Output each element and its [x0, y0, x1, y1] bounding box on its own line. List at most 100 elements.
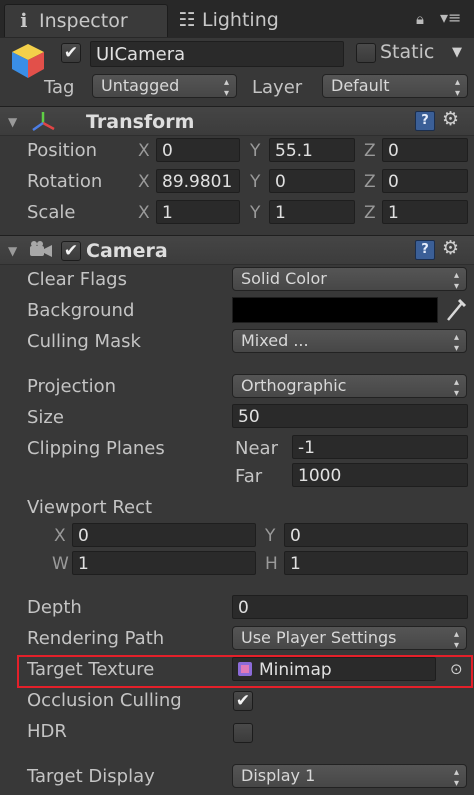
axis-z-label[interactable]: Z	[364, 172, 376, 192]
updown-arrows-icon: ▴ ▾	[453, 377, 459, 398]
rotation-y-field[interactable]: 0	[269, 169, 355, 193]
target-display-dropdown[interactable]: Display 1 ▴ ▾	[232, 764, 467, 788]
gear-icon[interactable]: ⚙︎	[442, 237, 459, 259]
static-checkbox[interactable]	[356, 43, 376, 63]
culling-mask-value: Mixed ...	[241, 331, 309, 350]
background-color-swatch[interactable]	[232, 297, 438, 323]
help-book-icon[interactable]: ?	[415, 240, 435, 260]
sliders-icon: ☷	[178, 9, 196, 31]
clipping-planes-label: Clipping Planes	[27, 438, 165, 459]
clear-flags-value: Solid Color	[241, 269, 327, 288]
rendering-path-value: Use Player Settings	[241, 628, 397, 647]
check-icon: ✔	[235, 691, 251, 711]
camera-title: Camera	[86, 240, 168, 262]
projection-label: Projection	[27, 376, 117, 397]
far-field[interactable]: 1000	[292, 463, 468, 487]
hdr-checkbox[interactable]	[233, 723, 253, 743]
rendering-path-label: Rendering Path	[27, 628, 165, 649]
axis-z-label[interactable]: Z	[364, 141, 376, 161]
gear-icon[interactable]: ⚙︎	[442, 108, 459, 130]
position-y-field[interactable]: 55.1	[269, 138, 355, 162]
lock-icon[interactable]: 🔒︎	[416, 10, 424, 28]
layer-value: Default	[331, 76, 390, 95]
depth-label: Depth	[27, 597, 82, 618]
layer-dropdown[interactable]: Default ▴ ▾	[322, 74, 468, 98]
far-label[interactable]: Far	[235, 466, 262, 487]
scale-y-field[interactable]: 1	[269, 200, 355, 224]
axis-x-label[interactable]: X	[138, 203, 150, 223]
tab-lighting-label: Lighting	[202, 9, 279, 31]
axis-x-label[interactable]: X	[138, 141, 150, 161]
tab-inspector[interactable]: ℹ Inspector	[4, 4, 168, 37]
updown-arrows-icon: ▴ ▾	[453, 332, 459, 353]
target-texture-highlight	[17, 655, 473, 688]
rotation-x-field[interactable]: 89.9801	[156, 169, 240, 193]
camera-icon	[28, 240, 54, 262]
rendering-path-dropdown[interactable]: Use Player Settings ▴ ▾	[232, 626, 467, 650]
near-label[interactable]: Near	[235, 438, 278, 459]
rotation-label: Rotation	[27, 171, 103, 192]
viewport-y-field[interactable]: 0	[284, 523, 468, 547]
culling-mask-label: Culling Mask	[27, 331, 141, 352]
static-dropdown-arrow-icon[interactable]: ▼	[452, 45, 462, 60]
tag-value: Untagged	[101, 76, 180, 95]
foldout-arrow-icon[interactable]: ▼	[8, 244, 17, 258]
foldout-arrow-icon[interactable]: ▼	[8, 115, 17, 129]
background-label: Background	[27, 300, 135, 321]
tab-lighting[interactable]: ☷ Lighting	[168, 4, 328, 36]
updown-arrows-icon: ▴ ▾	[454, 77, 460, 98]
layer-label: Layer	[252, 77, 303, 98]
size-label: Size	[27, 407, 64, 428]
position-label: Position	[27, 140, 98, 161]
scale-z-field[interactable]: 1	[382, 200, 468, 224]
position-z-field[interactable]: 0	[382, 138, 468, 162]
object-name-field[interactable]: UICamera	[90, 41, 344, 67]
viewport-y-label[interactable]: Y	[265, 526, 275, 546]
occlusion-culling-checkbox[interactable]: ✔	[233, 691, 253, 711]
axis-y-label[interactable]: Y	[250, 203, 260, 223]
rotation-z-field[interactable]: 0	[382, 169, 468, 193]
scale-x-field[interactable]: 1	[156, 200, 240, 224]
gameobject-cube-icon	[8, 40, 48, 80]
transform-axes-icon	[30, 109, 56, 135]
transform-header[interactable]	[0, 106, 474, 136]
axis-z-label[interactable]: Z	[364, 203, 376, 223]
culling-mask-dropdown[interactable]: Mixed ... ▴ ▾	[232, 329, 467, 353]
clear-flags-dropdown[interactable]: Solid Color ▴ ▾	[232, 267, 467, 291]
tab-inspector-label: Inspector	[39, 10, 128, 32]
projection-dropdown[interactable]: Orthographic ▴ ▾	[232, 374, 467, 398]
transform-title: Transform	[86, 111, 195, 133]
scale-label: Scale	[27, 202, 76, 223]
updown-arrows-icon: ▴ ▾	[453, 629, 459, 650]
updown-arrows-icon: ▴ ▾	[453, 767, 459, 788]
active-checkbox[interactable]: ✔	[61, 43, 81, 63]
clear-flags-label: Clear Flags	[27, 269, 127, 290]
viewport-x-label[interactable]: X	[54, 526, 66, 546]
size-field[interactable]: 50	[232, 404, 468, 428]
viewport-h-field[interactable]: 1	[284, 551, 468, 575]
menu-icon[interactable]: ▾≡	[440, 8, 461, 27]
check-icon: ✔	[63, 43, 79, 63]
camera-enabled-checkbox[interactable]: ✔	[61, 241, 81, 261]
near-field[interactable]: -1	[292, 435, 468, 459]
hdr-label: HDR	[27, 721, 67, 742]
viewport-w-field[interactable]: 1	[72, 551, 256, 575]
position-x-field[interactable]: 0	[156, 138, 240, 162]
tag-dropdown[interactable]: Untagged ▴ ▾	[92, 74, 237, 98]
projection-value: Orthographic	[241, 376, 347, 395]
static-label: Static	[380, 41, 435, 63]
help-book-icon[interactable]: ?	[415, 111, 435, 131]
eyedropper-icon[interactable]	[444, 297, 468, 323]
axis-y-label[interactable]: Y	[250, 141, 260, 161]
viewport-x-field[interactable]: 0	[72, 523, 256, 547]
axis-y-label[interactable]: Y	[250, 172, 260, 192]
axis-x-label[interactable]: X	[138, 172, 150, 192]
info-icon: ℹ	[20, 10, 28, 32]
viewport-w-label[interactable]: W	[52, 554, 69, 574]
tag-label: Tag	[44, 77, 75, 98]
viewport-rect-label: Viewport Rect	[27, 497, 153, 518]
check-icon: ✔	[63, 241, 79, 261]
occlusion-culling-label: Occlusion Culling	[27, 690, 182, 711]
viewport-h-label[interactable]: H	[265, 554, 278, 574]
depth-field[interactable]: 0	[232, 595, 468, 619]
